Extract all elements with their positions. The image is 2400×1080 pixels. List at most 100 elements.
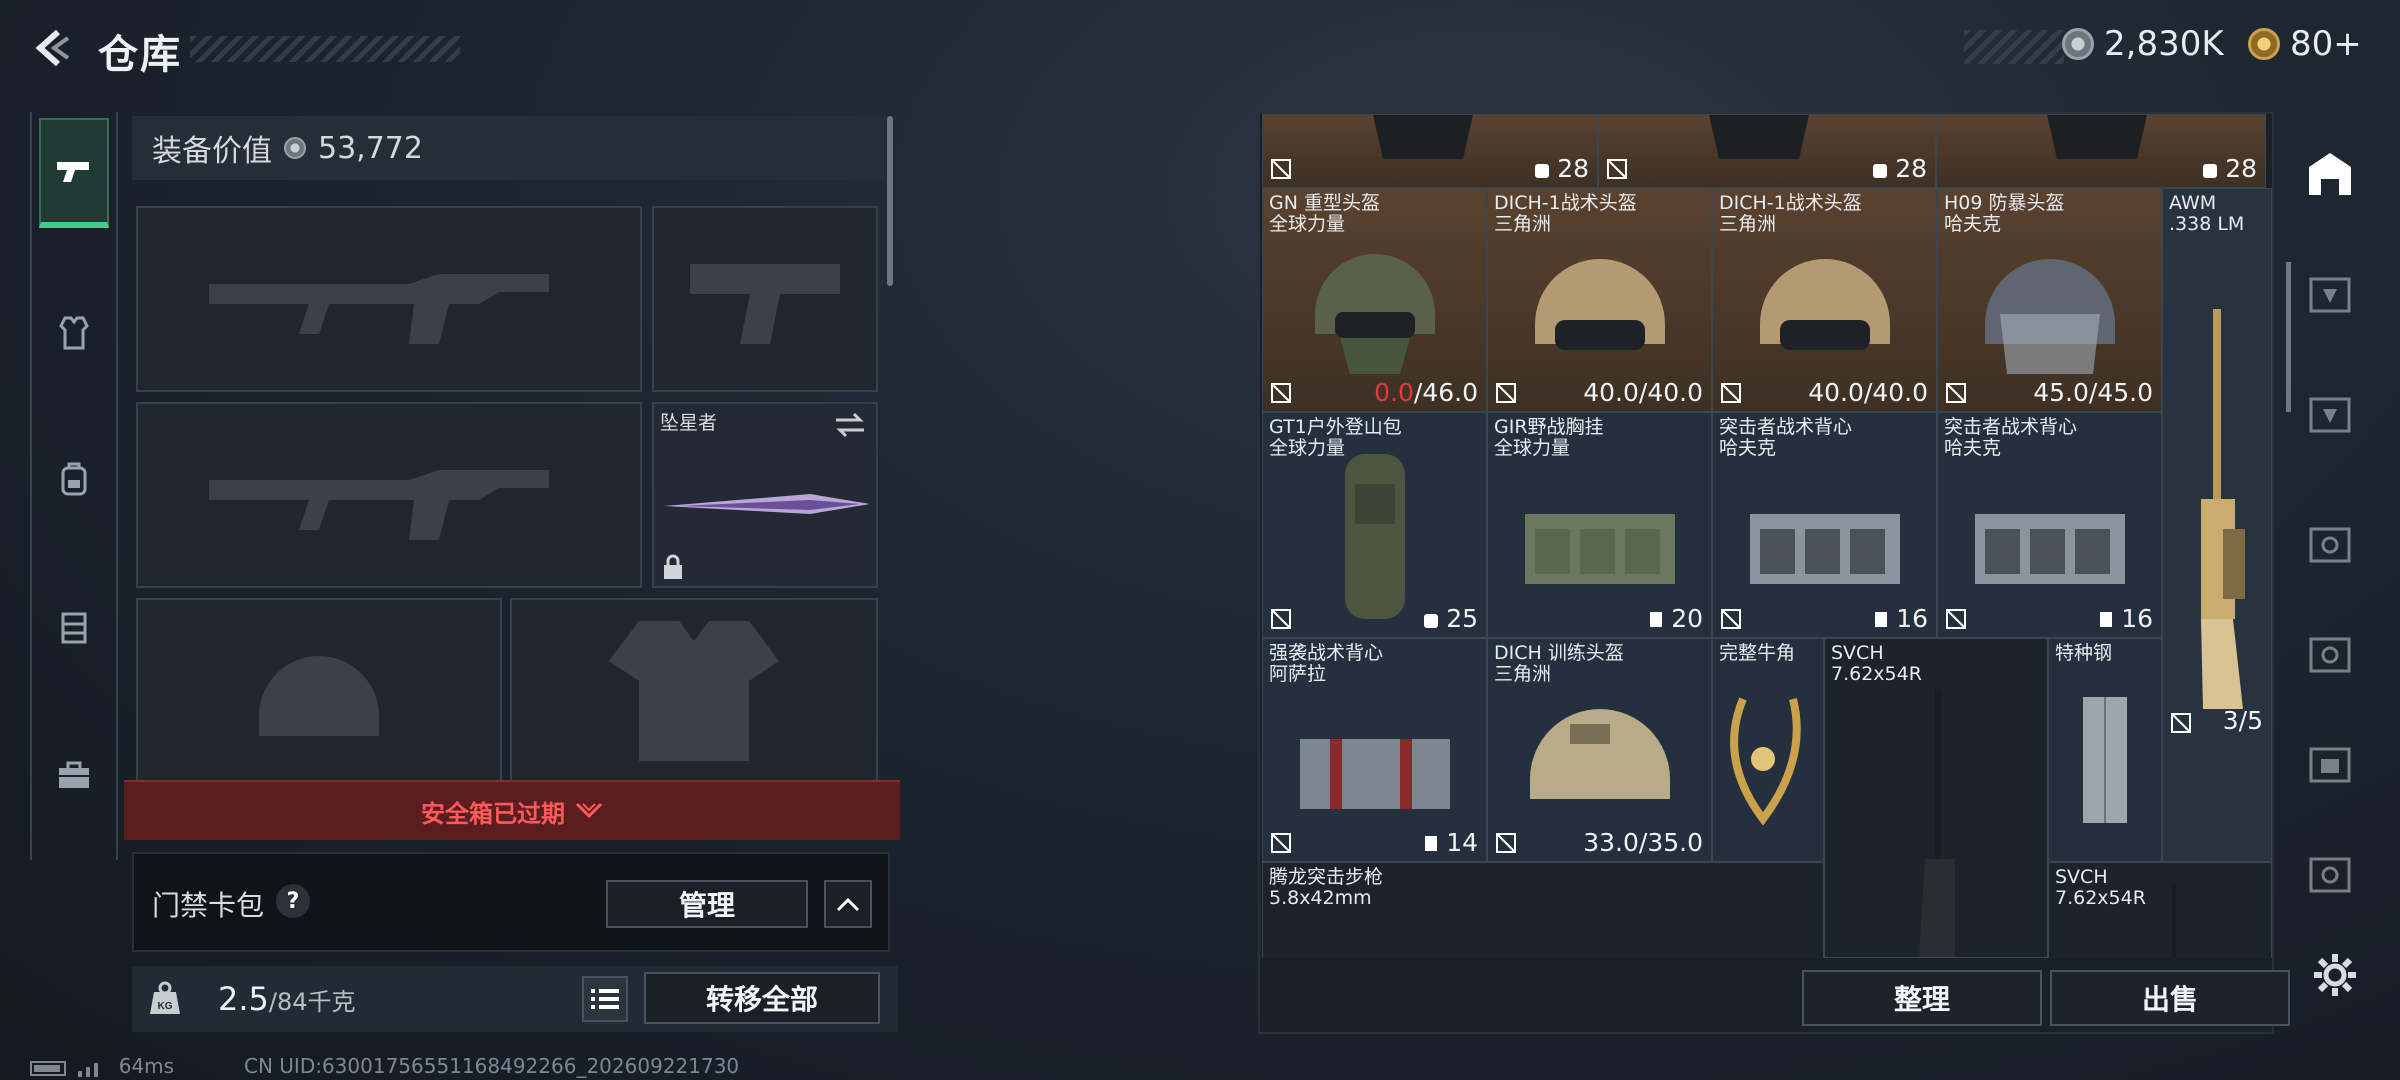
chevron-down-icon: [575, 802, 603, 819]
swap-icon[interactable]: [834, 412, 866, 438]
back-arrow-icon[interactable]: [28, 24, 76, 72]
storage-tab-main[interactable]: [2298, 142, 2362, 206]
durability-current: 40.0: [1808, 378, 1864, 407]
no-sell-icon: [1946, 383, 1966, 403]
no-sell-icon: [1271, 159, 1291, 179]
item-caliber: 7.62x54R: [2055, 887, 2146, 909]
equipment-scrollbar[interactable]: [887, 116, 893, 286]
item-caliber: .338 LM: [2169, 213, 2245, 235]
no-sell-icon: [1496, 383, 1516, 403]
nav-weapons[interactable]: [39, 118, 109, 228]
grid-item-dich1-helmet-2[interactable]: DICH-1战术头盔 三角洲 40.0/40.0: [1712, 188, 1937, 412]
armor-vest-icon: [59, 316, 89, 350]
settings-gear-icon[interactable]: [2310, 950, 2360, 1000]
storage-tab-4[interactable]: [2298, 512, 2362, 576]
primary-weapon-slot[interactable]: [136, 206, 642, 392]
grid-item-gn-helmet[interactable]: GN 重型头盔 全球力量 0.0/46.0: [1262, 188, 1487, 412]
grid-item-gir-chest-rig[interactable]: GIR野战胸挂 全球力量 20: [1487, 412, 1712, 638]
no-sell-icon: [1271, 833, 1291, 853]
equipment-value: 53,772: [318, 130, 423, 166]
storage-tabs: [2290, 112, 2370, 912]
weight-max: /84千克: [268, 988, 356, 1016]
grid-item-svch[interactable]: SVCH 7.62x54R: [1824, 638, 2048, 958]
gold-currency[interactable]: 80+: [2248, 24, 2362, 64]
expansion-box-icon: [2309, 637, 2351, 673]
gold-coin-icon: [2248, 28, 2280, 60]
grid-item-dich1-helmet[interactable]: DICH-1战术头盔 三角洲 40.0/40.0: [1487, 188, 1712, 412]
grid-item-horn[interactable]: 完整牛角: [1712, 638, 1824, 862]
nav-case[interactable]: [39, 720, 109, 830]
secondary-weapon-slot[interactable]: [136, 402, 642, 588]
item-name: GT1户外登山包: [1269, 416, 1402, 438]
durability-max: /35.0: [1638, 828, 1703, 857]
briefcase-icon: [59, 761, 89, 788]
chevron-up-icon: [836, 897, 860, 912]
item-brand: 全球力量: [1269, 213, 1346, 235]
item-name: GIR野战胸挂: [1494, 416, 1604, 438]
silver-currency: 2,830K: [2062, 24, 2224, 64]
item-count: 28: [1895, 154, 1927, 183]
grid-item-raider-vest-2[interactable]: 突击者战术背心 哈夫克 16: [1937, 412, 2162, 638]
backpack-small-icon: [2203, 163, 2218, 178]
nav-backpack[interactable]: [39, 424, 109, 534]
item-name: 腾龙突击步枪: [1269, 866, 1384, 888]
storage-tab-2[interactable]: [2298, 262, 2362, 326]
grid-item-svch-2[interactable]: SVCH 7.62x54R: [2048, 862, 2272, 958]
expansion-box-icon: [2309, 527, 2351, 563]
grid-item-special-steel[interactable]: 特种钢: [2048, 638, 2162, 862]
vest-small-icon: [1650, 611, 1663, 627]
tactical-vest-icon: [1299, 738, 1450, 809]
equipment-value-bar: 装备价值 53,772: [132, 116, 884, 180]
item-count: 16: [1896, 604, 1928, 633]
body-armor-slot[interactable]: [510, 598, 878, 784]
grid-item-gt1-backpack[interactable]: GT1户外登山包 全球力量 25: [1262, 412, 1487, 638]
silver-amount: 2,830K: [2104, 24, 2224, 64]
sniper-rifle-icon: [2201, 309, 2245, 709]
rifle-icon: [2172, 883, 2176, 958]
storage-grid[interactable]: 28 28 28 GN 重型头盔 全球力量 0.0/46.0 DICH-1战术头盔…: [1262, 114, 2272, 958]
item-brand: 阿萨拉: [1269, 663, 1327, 685]
grid-item-top-1[interactable]: 28: [1262, 114, 1598, 188]
sell-button[interactable]: 出售: [2050, 970, 2290, 1026]
horn-icon: [1730, 697, 1801, 826]
keycard-label: 门禁卡包: [152, 889, 265, 922]
vest-small-icon: [2100, 611, 2113, 627]
manage-button[interactable]: 管理: [606, 880, 808, 928]
item-brand: 三角洲: [1719, 213, 1777, 235]
backpack-small-icon: [1535, 163, 1550, 178]
item-name: DICH 训练头盔: [1494, 642, 1624, 664]
sort-button[interactable]: 整理: [1802, 970, 2042, 1026]
item-name: DICH-1战术头盔: [1494, 192, 1637, 214]
transfer-all-button[interactable]: 转移全部: [644, 972, 880, 1024]
collapse-button[interactable]: [824, 880, 872, 928]
storage-tab-7[interactable]: [2298, 842, 2362, 906]
rifle-silhouette-icon: [209, 274, 549, 344]
grid-item-awm[interactable]: AWM .338 LM 3/5: [2162, 188, 2272, 862]
no-sell-icon: [1946, 609, 1966, 629]
no-sell-icon: [1721, 383, 1741, 403]
list-view-button[interactable]: [582, 976, 628, 1022]
grid-item-h09-helmet[interactable]: H09 防暴头盔 哈夫克 45.0/45.0: [1937, 188, 2162, 412]
nav-chest-rig[interactable]: [39, 572, 109, 682]
item-brand: 哈夫克: [1719, 437, 1777, 459]
grid-item-assault-vest[interactable]: 强袭战术背心 阿萨拉 14: [1262, 638, 1487, 862]
nav-armor[interactable]: [39, 278, 109, 388]
storage-tab-5[interactable]: [2298, 622, 2362, 686]
grid-item-top-2[interactable]: 28: [1598, 114, 1936, 188]
storage-tab-3[interactable]: [2298, 382, 2362, 446]
helmet-slot[interactable]: [136, 598, 502, 784]
storage-tab-6[interactable]: [2298, 732, 2362, 796]
melee-slot[interactable]: 坠星者: [652, 402, 878, 588]
help-icon[interactable]: ?: [276, 884, 310, 918]
armor-plate-icon: [1373, 115, 1473, 159]
grid-item-raider-vest[interactable]: 突击者战术背心 哈夫克 16: [1712, 412, 1937, 638]
expansion-box-icon: [2309, 747, 2351, 783]
grid-item-top-3[interactable]: 28: [1936, 114, 2266, 188]
weight-icon: KG: [150, 981, 180, 1014]
grid-item-dich-training-helmet[interactable]: DICH 训练头盔 三角洲 33.0/35.0: [1487, 638, 1712, 862]
equipment-value-label: 装备价值: [152, 134, 272, 169]
grid-item-tenglong-rifle[interactable]: 腾龙突击步枪 5.8x42mm: [1262, 862, 1824, 958]
sidearm-slot[interactable]: [652, 206, 878, 392]
safe-box-expired-bar[interactable]: 安全箱已过期: [124, 780, 900, 840]
helmet-icon: [1759, 258, 1890, 350]
